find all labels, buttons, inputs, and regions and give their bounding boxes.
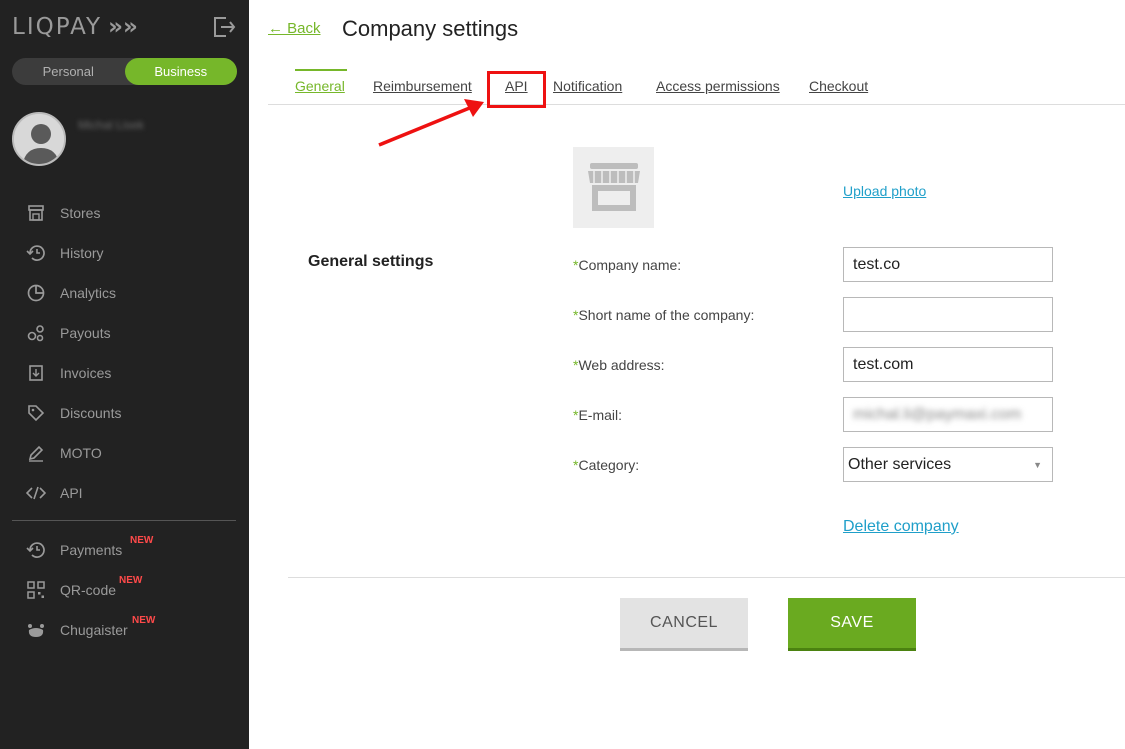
tab-checkout[interactable]: Checkout: [809, 78, 868, 94]
sidebar-item-label: Invoices: [60, 365, 112, 381]
sidebar-item-payouts[interactable]: Payouts: [0, 313, 249, 353]
liqpay-logo[interactable]: LIQPAY»»: [12, 14, 138, 40]
email-label: *E-mail:: [573, 407, 623, 423]
main-content: ← Back Company settings General Reimburs…: [249, 0, 1125, 749]
sidebar-item-label: MOTO: [60, 445, 102, 461]
active-tab-indicator: [295, 69, 347, 71]
avatar[interactable]: [12, 112, 66, 166]
company-photo-placeholder[interactable]: [573, 147, 654, 228]
user-name: Michal Lisek: [78, 118, 145, 132]
sidebar-item-api[interactable]: API: [0, 473, 249, 513]
web-address-label: *Web address:: [573, 357, 665, 373]
qr-code-icon: [26, 580, 46, 600]
sidebar: LIQPAY»» Personal Business Michal Lisek …: [0, 0, 249, 749]
pen-icon: [26, 443, 46, 463]
code-icon: [26, 483, 46, 503]
business-toggle-option[interactable]: Business: [124, 58, 237, 85]
short-name-input[interactable]: [843, 297, 1053, 332]
tab-general[interactable]: General: [295, 78, 345, 94]
analytics-icon: [26, 283, 46, 303]
sidebar-item-label: Stores: [60, 205, 101, 221]
sidebar-item-label: Discounts: [60, 405, 122, 421]
dropdown-caret-icon: ▼: [1033, 459, 1042, 470]
sidebar-item-qr-code[interactable]: QR-code NEW: [0, 570, 249, 610]
web-address-input[interactable]: test.com: [843, 347, 1053, 382]
email-input[interactable]: michal.li@paymaxi.com: [843, 397, 1053, 432]
sidebar-item-label: Analytics: [60, 285, 117, 301]
store-icon: [26, 203, 46, 223]
payments-icon: [26, 540, 46, 560]
new-badge: NEW: [130, 535, 154, 546]
save-button[interactable]: SAVE: [788, 598, 916, 651]
account-toggle[interactable]: Personal Business: [12, 58, 237, 85]
tab-reimbursement[interactable]: Reimbursement: [373, 78, 472, 94]
sidebar-item-label: API: [60, 485, 83, 501]
page-title: Company settings: [342, 16, 519, 41]
back-link[interactable]: ← Back: [268, 20, 321, 37]
new-badge: NEW: [132, 615, 156, 626]
new-badge: NEW: [119, 575, 143, 586]
chugaister-icon: [26, 620, 46, 640]
category-select[interactable]: Other services ▼: [843, 447, 1053, 482]
delete-company-link[interactable]: Delete company: [843, 518, 959, 536]
annotation-arrow-icon: [378, 99, 484, 147]
form-divider: [288, 577, 1125, 578]
company-name-label: *Company name:: [573, 257, 682, 273]
tab-notification[interactable]: Notification: [553, 78, 622, 94]
sidebar-item-analytics[interactable]: Analytics: [0, 273, 249, 313]
logout-icon[interactable]: [212, 16, 238, 38]
company-name-input[interactable]: test.co: [843, 247, 1053, 282]
sidebar-item-chugaister[interactable]: Chugaister NEW: [0, 610, 249, 650]
sidebar-item-history[interactable]: History: [0, 233, 249, 273]
api-tab-highlight-box: [487, 71, 546, 108]
sidebar-item-label: Payments: [60, 542, 123, 558]
sidebar-item-label: Payouts: [60, 325, 111, 341]
category-label: *Category:: [573, 457, 640, 473]
sidebar-item-invoices[interactable]: Invoices: [0, 353, 249, 393]
cancel-button[interactable]: CANCEL: [620, 598, 748, 651]
sidebar-item-label: History: [60, 245, 104, 261]
payouts-icon: [26, 323, 46, 343]
sidebar-menu-new: Payments NEW QR-code NEW Chugaister NEW: [0, 530, 249, 650]
sidebar-item-moto[interactable]: MOTO: [0, 433, 249, 473]
sidebar-item-stores[interactable]: Stores: [0, 193, 249, 233]
personal-toggle-option[interactable]: Personal: [12, 58, 125, 85]
section-title: General settings: [308, 253, 434, 270]
invoice-icon: [26, 363, 46, 383]
sidebar-menu: Stores History Analytics Payouts Invoice…: [0, 193, 249, 513]
sidebar-item-label: Chugaister: [60, 622, 128, 638]
sidebar-item-label: QR-code: [60, 582, 117, 598]
tab-access-permissions[interactable]: Access permissions: [656, 78, 780, 94]
upload-photo-link[interactable]: Upload photo: [843, 183, 926, 199]
short-name-label: *Short name of the company:: [573, 307, 755, 323]
sidebar-divider: [12, 520, 236, 521]
sidebar-item-payments[interactable]: Payments NEW: [0, 530, 249, 570]
sidebar-item-discounts[interactable]: Discounts: [0, 393, 249, 433]
history-icon: [26, 243, 46, 263]
store-placeholder-icon: [587, 162, 640, 211]
tag-icon: [26, 403, 46, 423]
